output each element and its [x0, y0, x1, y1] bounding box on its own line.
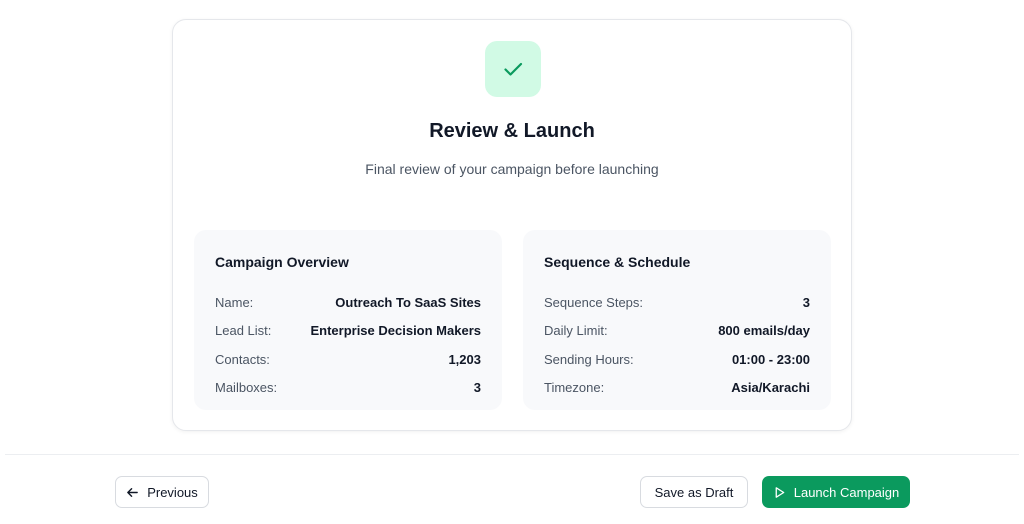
row-label: Contacts: [215, 351, 270, 367]
review-card: Review & Launch Final review of your cam… [172, 19, 852, 431]
launch-campaign-button[interactable]: Launch Campaign [762, 476, 910, 508]
row-label: Timezone: [544, 380, 605, 396]
row-value: Enterprise Decision Makers [310, 323, 481, 339]
save-as-draft-label: Save as Draft [654, 484, 734, 500]
sequence-schedule-rows: Sequence Steps: 3 Daily Limit: 800 email… [544, 288, 810, 402]
footer-divider [5, 454, 1019, 455]
page-subtitle: Final review of your campaign before lau… [365, 161, 659, 177]
campaign-overview-title: Campaign Overview [215, 254, 349, 270]
launch-campaign-label: Launch Campaign [793, 484, 900, 500]
sequence-schedule-title: Sequence & Schedule [544, 254, 691, 270]
row-value: 01:00 - 23:00 [731, 351, 810, 367]
row-label: Name: [215, 294, 254, 310]
schedule-row-daily-limit: Daily Limit: 800 emails/day [544, 317, 810, 346]
row-value: 3 [802, 294, 810, 310]
row-label: Sequence Steps: [544, 294, 644, 310]
overview-row-lead-list: Lead List: Enterprise Decision Makers [215, 317, 481, 346]
row-value: 800 emails/day [718, 323, 810, 339]
campaign-overview-rows: Name: Outreach To SaaS Sites Lead List: … [215, 288, 481, 402]
previous-button[interactable]: Previous [115, 476, 209, 508]
campaign-overview-panel: Campaign Overview Name: Outreach To SaaS… [194, 230, 502, 410]
row-value: Outreach To SaaS Sites [335, 294, 481, 310]
save-as-draft-button[interactable]: Save as Draft [640, 476, 748, 508]
schedule-row-sending-hours: Sending Hours: 01:00 - 23:00 [544, 345, 810, 374]
success-badge [485, 41, 541, 97]
row-label: Mailboxes: [215, 380, 278, 396]
arrow-left-icon [126, 486, 139, 499]
row-value: 1,203 [448, 351, 481, 367]
schedule-row-steps: Sequence Steps: 3 [544, 288, 810, 317]
row-value: Asia/Karachi [731, 380, 810, 396]
row-label: Lead List: [215, 323, 272, 339]
sequence-schedule-panel: Sequence & Schedule Sequence Steps: 3 Da… [523, 230, 831, 410]
row-value: 3 [473, 380, 481, 396]
previous-button-label: Previous [147, 484, 198, 500]
row-label: Daily Limit: [544, 323, 608, 339]
overview-row-contacts: Contacts: 1,203 [215, 345, 481, 374]
page-title: Review & Launch [429, 120, 595, 142]
row-label: Sending Hours: [544, 351, 634, 367]
play-icon [773, 486, 786, 499]
overview-row-name: Name: Outreach To SaaS Sites [215, 288, 481, 317]
check-icon [504, 62, 523, 76]
schedule-row-timezone: Timezone: Asia/Karachi [544, 374, 810, 403]
overview-row-mailboxes: Mailboxes: 3 [215, 374, 481, 403]
